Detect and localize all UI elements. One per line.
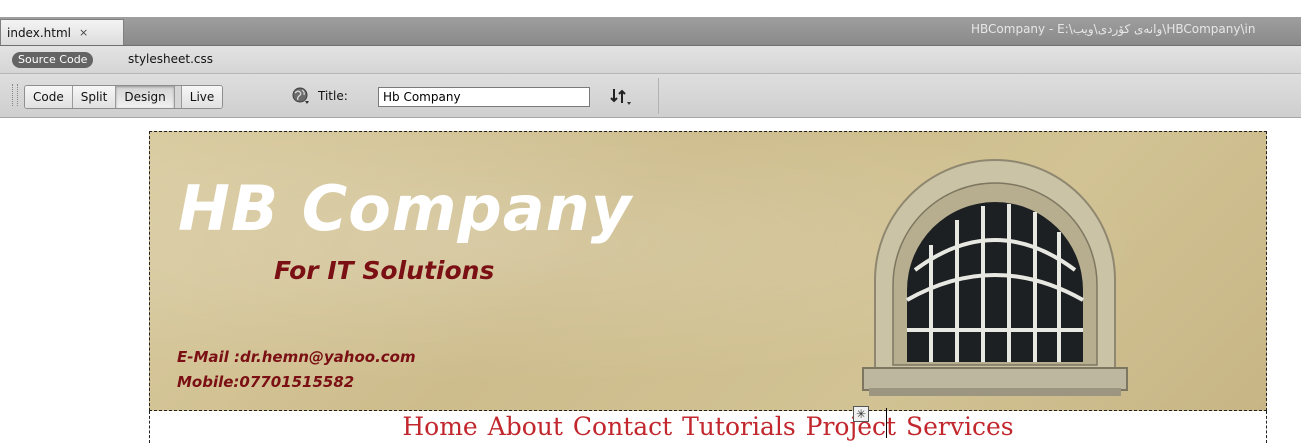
nav-about[interactable]: About bbox=[488, 412, 563, 441]
code-view-button[interactable]: Code bbox=[25, 86, 73, 108]
arched-window-image bbox=[862, 159, 1128, 396]
related-file-stylesheet[interactable]: stylesheet.css bbox=[128, 52, 213, 66]
mobile-text: Mobile:07701515582 bbox=[177, 373, 355, 391]
document-tab-index[interactable]: index.html × bbox=[0, 19, 124, 45]
window-path: HBCompany - E:\وانەی کۆردی\ویب\HBCompany… bbox=[971, 22, 1256, 36]
live-view-button[interactable]: Live bbox=[181, 86, 223, 108]
document-toolbar: Code Split Design Live Title: bbox=[0, 74, 1301, 118]
document-tab-bar: index.html × HBCompany - E:\وانەی کۆردی\… bbox=[0, 17, 1301, 46]
invisible-element-anchor-icon[interactable]: ✳ bbox=[853, 406, 869, 422]
nav-contact[interactable]: Contact bbox=[573, 412, 672, 441]
nav-menu: Home About Contact Tutorials Project Ser… bbox=[150, 412, 1266, 441]
document-tab-label: index.html bbox=[7, 25, 71, 40]
source-code-button[interactable]: Source Code bbox=[12, 52, 94, 68]
top-strip bbox=[0, 0, 1301, 17]
split-view-button[interactable]: Split bbox=[72, 86, 117, 108]
navigation-bar: Home About Contact Tutorials Project Ser… bbox=[149, 411, 1267, 443]
nav-tutorials[interactable]: Tutorials bbox=[682, 412, 796, 441]
view-switcher: Code Split Design Live bbox=[24, 85, 224, 109]
text-cursor bbox=[886, 408, 887, 438]
design-view-button[interactable]: Design bbox=[116, 86, 175, 108]
company-title: HB Company bbox=[178, 172, 633, 245]
view-separator bbox=[174, 86, 182, 108]
header-banner[interactable]: HB Company For IT Solutions E-Mail :dr.h… bbox=[149, 131, 1267, 411]
toolbar-separator bbox=[658, 78, 659, 114]
file-management-icon[interactable] bbox=[610, 87, 632, 105]
close-icon[interactable]: × bbox=[79, 26, 88, 39]
email-text: E-Mail :dr.hemn@yahoo.com bbox=[177, 348, 416, 366]
related-files-bar: Source Code stylesheet.css bbox=[0, 46, 1301, 74]
toolbar-grip[interactable] bbox=[12, 84, 18, 106]
nav-home[interactable]: Home bbox=[402, 412, 477, 441]
nav-services[interactable]: Services bbox=[906, 412, 1014, 441]
nav-project[interactable]: Project bbox=[806, 412, 896, 441]
title-label: Title: bbox=[318, 89, 348, 103]
page-title-input[interactable] bbox=[378, 87, 590, 107]
company-subtitle: For IT Solutions bbox=[274, 256, 495, 285]
globe-icon[interactable] bbox=[292, 87, 310, 105]
